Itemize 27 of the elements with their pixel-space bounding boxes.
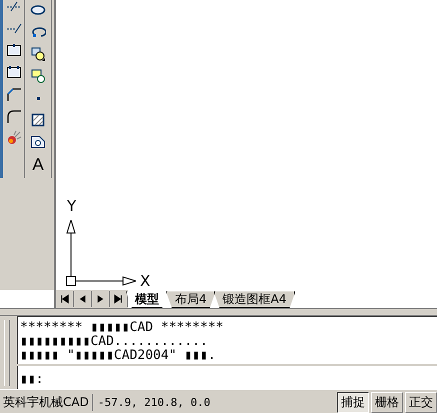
hatch-icon[interactable] (30, 112, 46, 128)
app-name: 英科宇机械CAD (0, 394, 93, 411)
command-prompt[interactable]: ▮▮: (17, 366, 437, 389)
explode-icon[interactable] (6, 130, 22, 146)
text-tool[interactable]: A (32, 156, 44, 174)
chamfer-icon[interactable] (6, 86, 22, 102)
rectangle-icon[interactable] (6, 64, 22, 80)
y-axis-label: Y (67, 198, 76, 214)
ucs-icon (64, 220, 136, 286)
rectangle-icon[interactable] (6, 42, 22, 58)
coordinates-display: -57.9, 210.8, 0.0 (96, 396, 212, 409)
insert-block-icon[interactable] (30, 46, 46, 62)
layout-tab[interactable]: 模型 (126, 291, 168, 308)
layout-tab[interactable]: 布局4 (166, 291, 216, 308)
region-icon[interactable] (30, 134, 46, 150)
x-axis-label: X (140, 273, 150, 289)
mode-toggle[interactable]: 捕捉 (337, 392, 369, 413)
command-history-line: ▮▮▮▮▮ "▮▮▮▮▮CAD2004" ▮▮▮. (20, 349, 217, 364)
layout-tab[interactable]: 锻造图框A4 (214, 291, 296, 308)
command-history-line: ▮▮▮▮▮▮▮▮▮CAD............ (20, 335, 209, 350)
mode-toggle[interactable]: 栅格 (371, 392, 403, 413)
command-handle[interactable] (4, 320, 10, 386)
ray-icon[interactable] (6, 0, 22, 14)
make-block-icon[interactable] (30, 68, 46, 84)
fillet-icon[interactable] (6, 108, 22, 124)
mode-toggle[interactable]: 正交 (405, 392, 437, 413)
command-history-line: ******** ▮▮▮▮▮CAD ******** (20, 321, 224, 336)
